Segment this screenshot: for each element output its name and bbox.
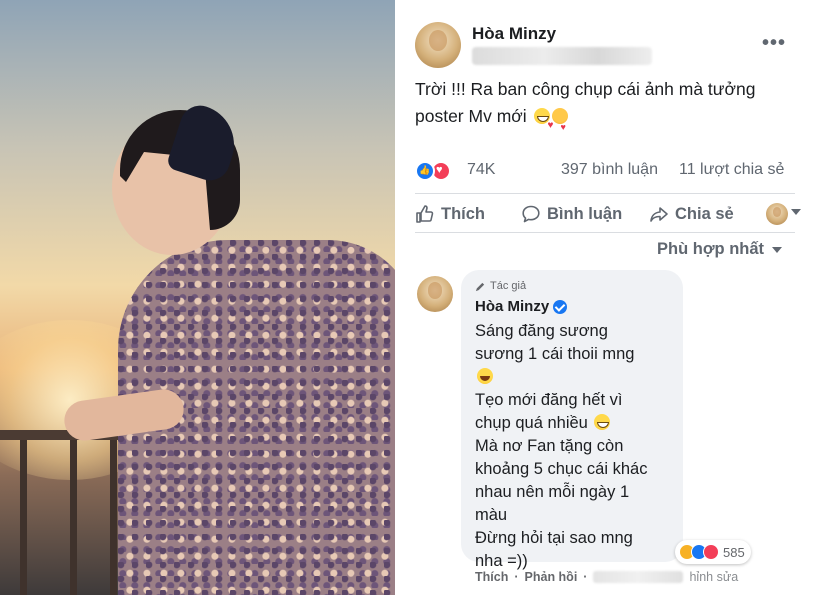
comment-line: màu <box>475 506 508 524</box>
comment-author-name[interactable]: Hòa Minzy <box>475 298 568 315</box>
comment-button-label: Bình luận <box>547 204 623 223</box>
blurred-comment-time <box>593 571 684 583</box>
comment-line: khoảng 5 chục cái khác <box>475 460 648 478</box>
comment-edited-label[interactable]: hỉnh sửa <box>689 570 738 584</box>
footer-separator: · <box>583 570 588 584</box>
comment-line-with-emoji: chụp quá nhiều <box>475 412 675 435</box>
chevron-down-icon <box>772 246 783 253</box>
grin-emoji-icon <box>594 414 611 430</box>
like-button-label: Thích <box>441 204 485 223</box>
share-arrow-icon <box>650 207 668 222</box>
comment-count[interactable]: 397 bình luận <box>561 161 658 179</box>
comment-reactions[interactable]: 585 <box>675 540 751 564</box>
stats-divider <box>415 193 795 194</box>
post-author-name[interactable]: Hòa Minzy <box>472 24 556 44</box>
post-text: Trời !!! Ra ban công chụp cái ảnh mà tưở… <box>415 76 795 141</box>
comment-author-label: Hòa Minzy <box>475 298 550 315</box>
comment-bubble-icon <box>522 205 540 223</box>
comment-text: Sáng đăng sương sương 1 cái thoii mng Tẹ… <box>475 320 675 573</box>
comment-reply-link[interactable]: Phản hồi <box>525 570 578 584</box>
facebook-post: Hòa Minzy ••• Trời !!! Ra ban công chụp … <box>397 0 817 595</box>
comment-line: Mà nơ Fan tặng còn <box>475 437 624 455</box>
pencil-icon <box>475 282 485 291</box>
laughing-emoji-icon <box>477 368 493 384</box>
comment-line: Tẹo mới đăng hết vì <box>475 391 623 409</box>
love-reaction-icon <box>703 544 719 560</box>
author-badge: Tác giả <box>475 280 526 292</box>
smiling-hearts-emoji-icon <box>548 108 568 141</box>
comment-line: Sáng đăng sương <box>475 322 608 340</box>
comment-emoji-line <box>475 366 675 389</box>
verified-badge-icon <box>553 299 568 314</box>
comment-button[interactable]: Bình luận <box>521 204 622 224</box>
more-horizontal-icon[interactable]: ••• <box>762 32 786 55</box>
post-text-line-2: poster Mv mới <box>415 106 527 126</box>
share-count[interactable]: 11 lượt chia sẻ <box>679 161 784 179</box>
post-actions: Thích Bình luận Chia sẻ <box>415 200 801 230</box>
comment-bubble: Tác giả Hòa Minzy Sáng đăng sương sương … <box>461 270 683 570</box>
comment-sort-dropdown[interactable]: Phù hợp nhất <box>657 240 783 259</box>
share-button[interactable]: Chia sẻ <box>649 204 734 224</box>
actions-divider <box>415 232 795 233</box>
comment-footer: Thích · Phản hồi · hỉnh sửa <box>475 570 738 584</box>
post-stats: 74K 397 bình luận 11 lượt chia sẻ <box>415 158 795 184</box>
author-avatar[interactable] <box>415 22 461 68</box>
footer-separator: · <box>514 570 519 584</box>
comment-line: sương 1 cái thoii mng <box>475 345 635 363</box>
post-photo[interactable] <box>0 0 395 595</box>
comment-reaction-count: 585 <box>723 544 745 560</box>
photo-rail-post <box>20 440 27 595</box>
comment-like-link[interactable]: Thích <box>475 570 508 584</box>
author-badge-label: Tác giả <box>490 280 527 292</box>
photo-rail-post <box>110 440 117 595</box>
photo-rail-post <box>70 440 77 595</box>
post-text-line-1: Trời !!! Ra ban công chụp cái ảnh mà tưở… <box>415 79 756 99</box>
sort-label: Phù hợp nhất <box>657 240 765 258</box>
thumbs-up-icon <box>416 205 434 223</box>
comment-line: nhau nên mỗi ngày 1 <box>475 483 630 501</box>
reaction-count[interactable]: 74K <box>467 161 495 179</box>
comment-author-avatar[interactable] <box>417 276 453 312</box>
comment-line: Đừng hỏi tại sao mng <box>475 529 633 547</box>
share-button-label: Chia sẻ <box>675 204 734 223</box>
chevron-down-icon[interactable] <box>791 209 801 215</box>
like-reaction-icon[interactable] <box>415 161 435 181</box>
like-button[interactable]: Thích <box>415 204 485 224</box>
viewer-avatar[interactable] <box>766 203 788 225</box>
blurred-timestamp <box>472 47 652 65</box>
comment-line: chụp quá nhiều <box>475 414 588 432</box>
